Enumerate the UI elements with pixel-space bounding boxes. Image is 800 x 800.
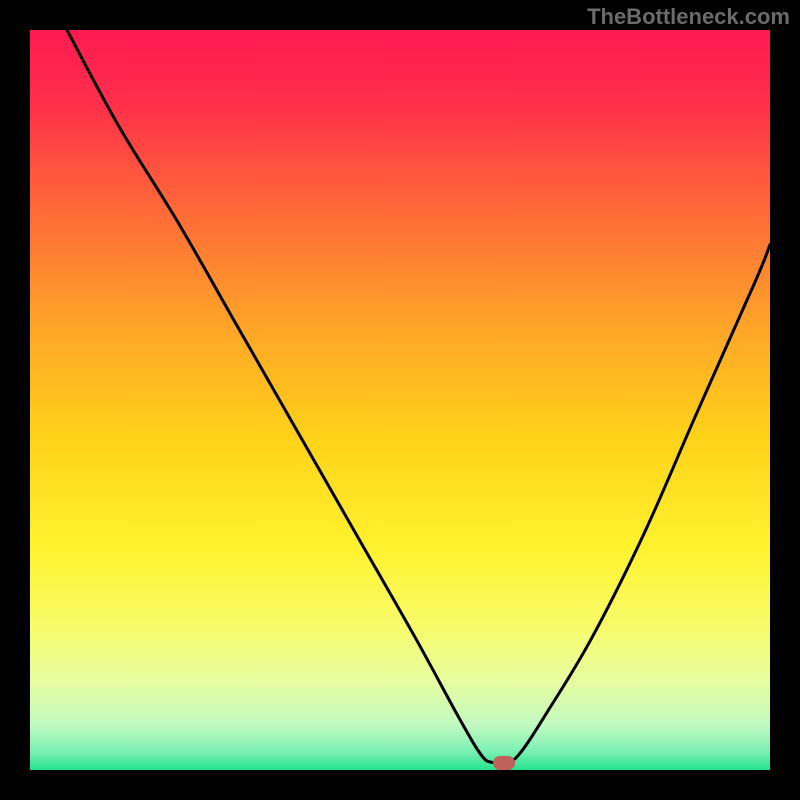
chart-frame: TheBottleneck.com	[0, 0, 800, 800]
plot-area	[30, 30, 770, 770]
optimal-point-marker	[493, 756, 515, 770]
bottleneck-curve	[30, 30, 770, 770]
watermark-text: TheBottleneck.com	[587, 4, 790, 30]
